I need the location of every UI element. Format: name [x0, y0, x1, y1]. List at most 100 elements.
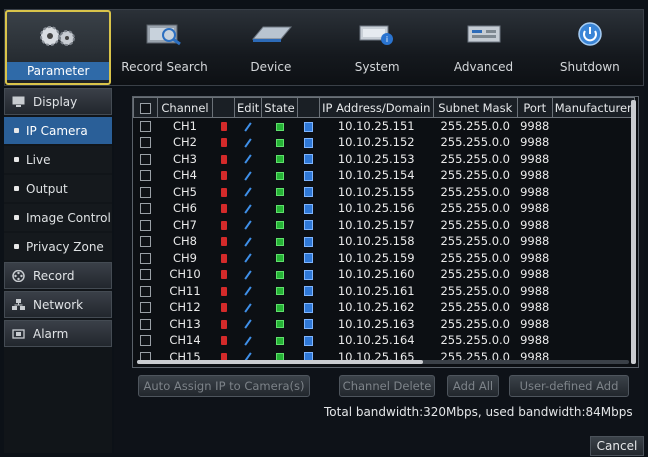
info-cell[interactable]	[297, 250, 319, 267]
pencil-icon[interactable]	[244, 253, 252, 263]
document-edit-icon[interactable]	[303, 335, 313, 346]
pencil-icon[interactable]	[244, 237, 252, 247]
info-cell[interactable]	[297, 167, 319, 184]
document-edit-icon[interactable]	[303, 302, 313, 313]
pencil-icon[interactable]	[244, 319, 252, 329]
sidebar-item-record[interactable]: Record	[4, 262, 112, 289]
document-edit-icon[interactable]	[303, 236, 313, 247]
row-checkbox-cell[interactable]	[134, 184, 158, 201]
row-checkbox[interactable]	[140, 302, 151, 314]
column-header-subnet[interactable]: Subnet Mask	[432, 97, 518, 118]
trash-icon[interactable]	[220, 237, 227, 247]
info-cell[interactable]	[297, 217, 319, 234]
delete-cell[interactable]	[213, 118, 235, 135]
row-checkbox[interactable]	[140, 269, 151, 281]
row-checkbox[interactable]	[140, 137, 151, 149]
sidebar-item-display[interactable]: Display	[4, 88, 112, 115]
document-edit-icon[interactable]	[303, 319, 313, 330]
delete-cell[interactable]	[213, 250, 235, 267]
trash-icon[interactable]	[220, 204, 227, 214]
row-checkbox[interactable]	[140, 318, 151, 330]
info-cell[interactable]	[297, 266, 319, 283]
trash-icon[interactable]	[220, 336, 227, 346]
nav-shutdown[interactable]: Shutdown	[537, 10, 643, 85]
nav-system[interactable]: i System	[324, 10, 430, 85]
edit-cell[interactable]	[235, 118, 262, 135]
row-checkbox-cell[interactable]	[134, 134, 158, 151]
sidebar-item-network[interactable]: Network	[4, 291, 112, 318]
select-all-header[interactable]	[133, 97, 158, 118]
sidebar-item-output[interactable]: Output	[4, 175, 112, 202]
sidebar-item-ip-camera[interactable]: IP Camera	[4, 117, 112, 144]
column-header-channel[interactable]: Channel	[157, 97, 213, 118]
sidebar-item-alarm[interactable]: Alarm	[4, 320, 112, 347]
document-edit-icon[interactable]	[303, 121, 313, 132]
delete-cell[interactable]	[213, 134, 235, 151]
row-checkbox-cell[interactable]	[134, 151, 158, 168]
document-edit-icon[interactable]	[303, 170, 313, 181]
trash-icon[interactable]	[220, 270, 227, 280]
document-edit-icon[interactable]	[303, 137, 313, 148]
row-checkbox-cell[interactable]	[134, 332, 158, 349]
table-row[interactable]: CH1 10.10.25.151 255.255.0.0 9988	[134, 118, 635, 135]
table-row[interactable]: CH4 10.10.25.154 255.255.0.0 9988	[134, 167, 635, 184]
pencil-icon[interactable]	[244, 154, 252, 164]
row-checkbox[interactable]	[140, 153, 151, 165]
pencil-icon[interactable]	[244, 286, 252, 296]
delete-cell[interactable]	[213, 299, 235, 316]
row-checkbox[interactable]	[140, 186, 151, 198]
edit-cell[interactable]	[235, 167, 262, 184]
row-checkbox-cell[interactable]	[134, 283, 158, 300]
info-cell[interactable]	[297, 184, 319, 201]
table-row[interactable]: CH10 10.10.25.160 255.255.0.0 9988	[134, 266, 635, 283]
table-row[interactable]: CH8 10.10.25.158 255.255.0.0 9988	[134, 233, 635, 250]
trash-icon[interactable]	[220, 253, 227, 263]
document-edit-icon[interactable]	[303, 220, 313, 231]
edit-cell[interactable]	[235, 217, 262, 234]
delete-cell[interactable]	[213, 151, 235, 168]
table-row[interactable]: CH12 10.10.25.162 255.255.0.0 9988	[134, 299, 635, 316]
table-row[interactable]: CH9 10.10.25.159 255.255.0.0 9988	[134, 250, 635, 267]
edit-cell[interactable]	[235, 332, 262, 349]
nav-parameter[interactable]: Parameter	[5, 10, 112, 85]
table-row[interactable]: CH2 10.10.25.152 255.255.0.0 9988	[134, 134, 635, 151]
edit-cell[interactable]	[235, 134, 262, 151]
delete-cell[interactable]	[213, 283, 235, 300]
nav-record-search[interactable]: Record Search	[111, 10, 217, 85]
delete-cell[interactable]	[213, 200, 235, 217]
info-cell[interactable]	[297, 233, 319, 250]
sidebar-item-live[interactable]: Live	[4, 146, 112, 173]
trash-icon[interactable]	[220, 122, 227, 131]
document-edit-icon[interactable]	[303, 269, 313, 280]
document-edit-icon[interactable]	[303, 253, 313, 264]
document-edit-icon[interactable]	[303, 286, 313, 297]
column-header-ip[interactable]: IP Address/Domain	[318, 97, 434, 118]
edit-cell[interactable]	[235, 266, 262, 283]
trash-icon[interactable]	[220, 303, 227, 313]
edit-cell[interactable]	[235, 250, 262, 267]
table-row[interactable]: CH13 10.10.25.163 255.255.0.0 9988	[134, 316, 635, 333]
row-checkbox[interactable]	[140, 285, 151, 297]
pencil-icon[interactable]	[244, 270, 252, 280]
info-cell[interactable]	[297, 283, 319, 300]
pencil-icon[interactable]	[244, 303, 252, 313]
column-header-manufacturer[interactable]: Manufacturer	[551, 97, 635, 118]
edit-cell[interactable]	[235, 283, 262, 300]
trash-icon[interactable]	[220, 138, 227, 148]
row-checkbox-cell[interactable]	[134, 266, 158, 283]
row-checkbox-cell[interactable]	[134, 299, 158, 316]
channel-delete-button[interactable]: Channel Delete	[339, 375, 435, 397]
delete-cell[interactable]	[213, 184, 235, 201]
add-all-button[interactable]: Add All	[447, 375, 499, 397]
delete-cell[interactable]	[213, 167, 235, 184]
horizontal-scrollbar-thumb[interactable]	[137, 360, 423, 364]
column-header-port[interactable]: Port	[516, 97, 553, 118]
trash-icon[interactable]	[220, 171, 227, 181]
row-checkbox-cell[interactable]	[134, 167, 158, 184]
row-checkbox[interactable]	[140, 203, 151, 215]
sidebar-item-image-control[interactable]: Image Control	[4, 204, 112, 231]
table-row[interactable]: CH14 10.10.25.164 255.255.0.0 9988	[134, 332, 635, 349]
document-edit-icon[interactable]	[303, 154, 313, 165]
edit-cell[interactable]	[235, 200, 262, 217]
edit-cell[interactable]	[235, 233, 262, 250]
